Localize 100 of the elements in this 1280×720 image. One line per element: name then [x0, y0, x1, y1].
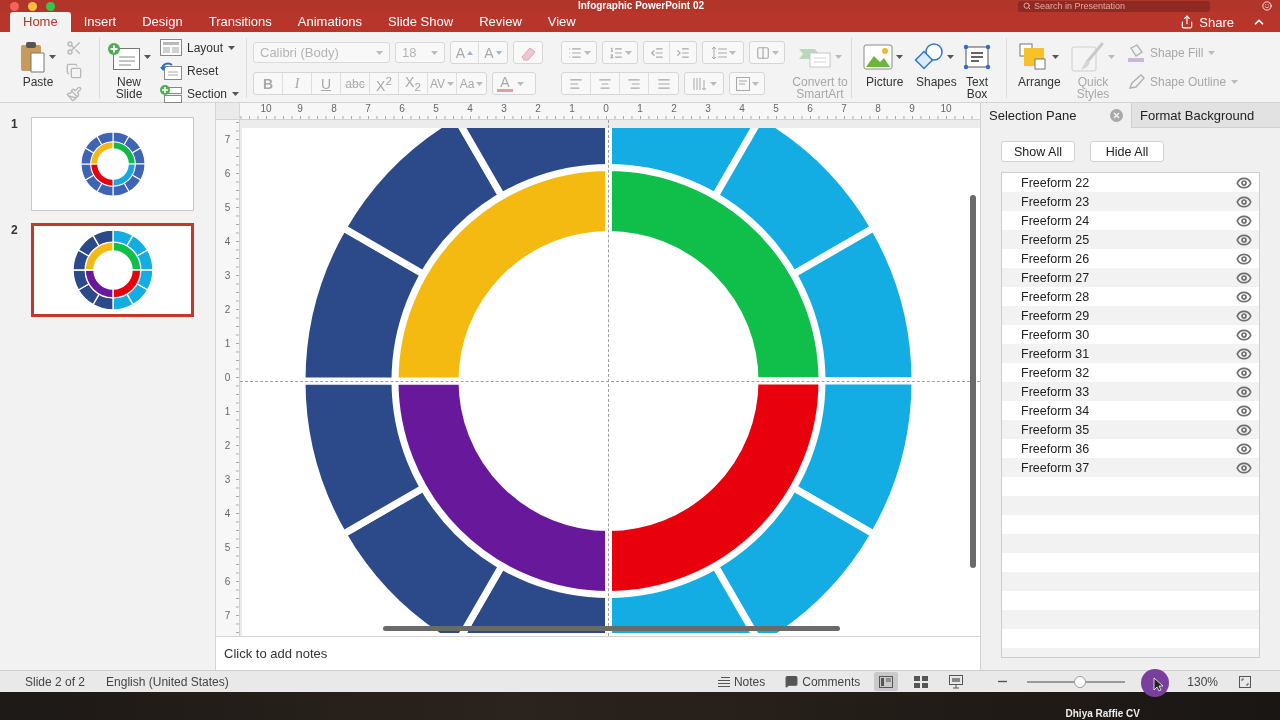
text-box-button[interactable]: Text Box [960, 38, 994, 100]
picture-icon [863, 44, 893, 70]
show-all-button[interactable]: Show All [1001, 141, 1075, 162]
share-button[interactable]: Share [1180, 12, 1234, 32]
ruler-number: 3 [500, 103, 508, 116]
shapes-button[interactable]: Shapes [910, 38, 956, 88]
zoom-percentage: 130% [1187, 674, 1218, 689]
slide-thumbnail[interactable] [31, 117, 194, 211]
list-item[interactable]: Freeform 28 [1002, 287, 1259, 306]
ruler-number: 10 [939, 103, 953, 116]
layout-icon [160, 39, 182, 56]
ruler-number: 1 [636, 103, 644, 116]
grid-icon [914, 675, 929, 688]
ruler-number: 1 [223, 404, 232, 419]
list-item[interactable]: Freeform 33 [1002, 382, 1259, 401]
language: English (United States) [106, 674, 229, 689]
normal-view-button[interactable] [874, 672, 899, 691]
caret-icon [1231, 79, 1239, 84]
notes-button[interactable]: Notes [717, 674, 766, 689]
list-item[interactable]: Freeform 26 [1002, 249, 1259, 268]
list-item[interactable]: Freeform 23 [1002, 192, 1259, 211]
slide-thumbnail[interactable] [31, 223, 194, 317]
ruler-number: 0 [602, 103, 610, 116]
caret-icon [431, 50, 438, 55]
search-field[interactable]: Search in Presentation [1018, 0, 1210, 12]
reset-icon [160, 61, 182, 80]
paint-bucket-icon [1127, 43, 1145, 62]
caret-icon [376, 50, 383, 55]
search-icon [1023, 1, 1031, 10]
list-item[interactable]: Freeform 25 [1002, 230, 1259, 249]
reset-button[interactable]: Reset [160, 61, 240, 80]
ruler-number: 7 [223, 132, 232, 147]
ruler-number: 6 [398, 103, 406, 116]
align-right-icon [627, 76, 641, 91]
ruler-number: 4 [223, 234, 232, 249]
window-buttons-icon[interactable] [10, 1, 56, 11]
ruler-number: 3 [223, 472, 232, 487]
ruler-number: 4 [223, 506, 232, 521]
ruler-number: 6 [806, 103, 814, 116]
ruler-number: 7 [223, 608, 232, 623]
paste-button[interactable]: Paste [16, 38, 60, 88]
align-center-icon [598, 76, 612, 91]
slider-thumb[interactable] [1074, 675, 1087, 688]
ruler-number: 3 [704, 103, 712, 116]
list-item[interactable]: Freeform 32 [1002, 363, 1259, 382]
hide-all-button[interactable]: Hide All [1090, 141, 1164, 162]
ribbon-tab[interactable]: Slide Show [375, 12, 467, 32]
text-box-icon [963, 44, 991, 70]
pane-tab[interactable]: Format Background [1131, 103, 1280, 128]
caret-icon [447, 81, 455, 86]
arrange-button[interactable]: Arrange [1015, 38, 1063, 88]
ruler-number: 1 [223, 336, 232, 351]
ribbon-tab[interactable]: Review [466, 12, 535, 32]
notes-field[interactable]: Click to add notes [216, 636, 980, 670]
list-item[interactable]: Freeform 24 [1002, 211, 1259, 230]
list-item[interactable]: Freeform 29 [1002, 306, 1259, 325]
comments-button[interactable]: Comments [785, 674, 861, 689]
ruler-number: 2 [223, 438, 232, 453]
cursor-icon [1141, 669, 1169, 697]
section-button[interactable]: Section [160, 84, 240, 103]
list-item[interactable]: Freeform 31 [1002, 344, 1259, 363]
ruler-number: 1 [568, 103, 576, 116]
ruler-number: 10 [259, 103, 273, 116]
justify-icon [656, 76, 671, 91]
new-slide-button[interactable]: New Slide [106, 38, 152, 100]
caret-icon [1108, 55, 1115, 59]
clipboard-icon [20, 41, 46, 73]
frame-corners-icon[interactable] [1239, 675, 1251, 688]
ribbon-tab[interactable]: Design [129, 12, 196, 32]
list-item[interactable]: Freeform 36 [1002, 439, 1259, 458]
ribbon-tab[interactable]: Transitions [195, 12, 285, 32]
numbered-list-icon [608, 45, 623, 60]
caret-icon [624, 50, 632, 55]
smiley-icon[interactable] [1262, 1, 1272, 11]
list-item[interactable]: Freeform 27 [1002, 268, 1259, 287]
speech-bubble-icon [785, 675, 799, 688]
scrollbar[interactable] [970, 195, 976, 568]
align-text-icon [735, 76, 750, 91]
text-direction-icon [691, 75, 708, 92]
window-title: Infographic PowerPoint 02 [577, 0, 705, 12]
list-item[interactable]: Freeform 34 [1002, 401, 1259, 420]
caret-icon [771, 50, 779, 55]
ribbon-tab[interactable]: View [534, 12, 589, 32]
ribbon-tab[interactable]: Animations [284, 12, 376, 32]
scrollbar[interactable] [383, 626, 840, 631]
triangle-down-icon [495, 50, 502, 55]
list-item[interactable]: Freeform 37 [1002, 458, 1259, 477]
picture-button[interactable]: Picture [860, 38, 906, 88]
ruler-number: 5 [223, 540, 232, 555]
ribbon-tab[interactable]: Home [10, 12, 71, 32]
caret-icon [835, 55, 842, 59]
layout-button[interactable]: Layout [160, 38, 240, 57]
list-item[interactable]: Freeform 30 [1002, 325, 1259, 344]
triangle-up-icon [467, 50, 474, 55]
list-item[interactable]: Freeform 22 [1002, 173, 1259, 192]
share-icon [1180, 15, 1195, 29]
list-item[interactable]: Freeform 35 [1002, 420, 1259, 439]
ruler-number: 4 [738, 103, 746, 116]
ribbon-tab[interactable]: Insert [70, 12, 130, 32]
ruler-number: 2 [223, 302, 232, 317]
